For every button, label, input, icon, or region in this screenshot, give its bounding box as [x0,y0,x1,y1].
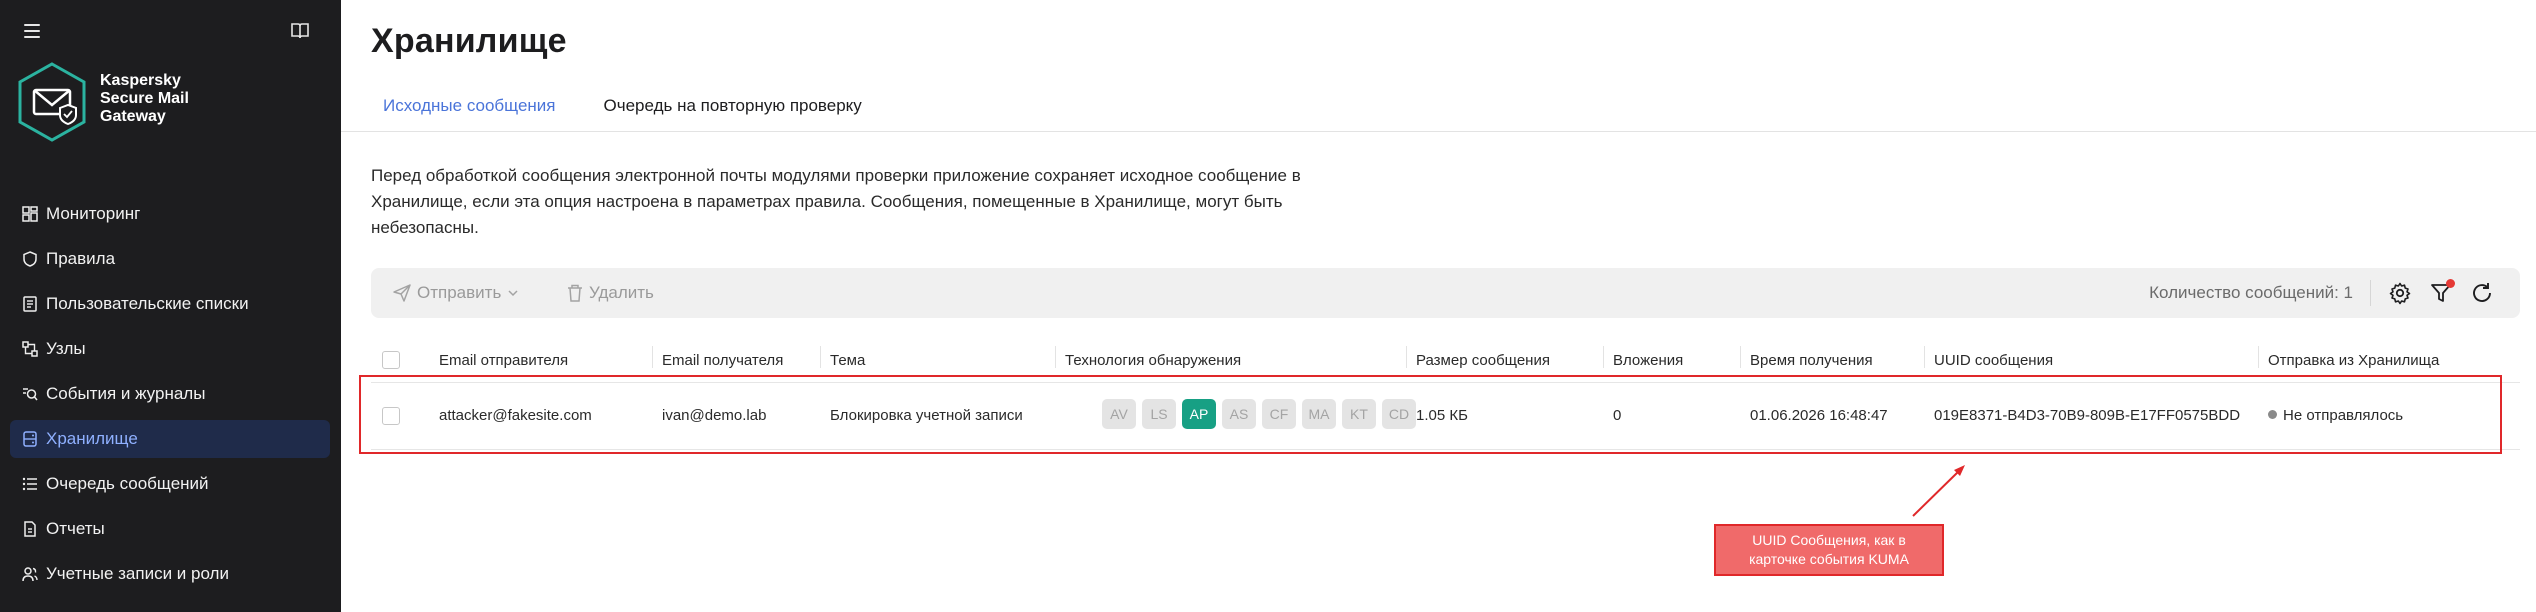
sidebar-item-label: Правила [46,249,116,268]
column-divider [1406,346,1407,368]
col-detection-tech[interactable]: Технология обнаружения [1065,352,1241,369]
users-icon [22,567,38,582]
shield-icon [23,251,37,267]
tabs-divider [341,131,2536,132]
column-divider [2258,346,2259,368]
col-attachments[interactable]: Вложения [1613,352,1683,369]
sidebar-item-label: Узлы [46,339,86,358]
chevron-down-icon [508,290,518,297]
events-search-icon [23,388,38,401]
column-divider [1055,346,1056,368]
send-button[interactable]: Отправить [393,268,525,318]
sidebar: Kaspersky Secure Mail Gateway Мониторинг… [0,0,341,612]
page-title: Хранилище [371,22,567,60]
delete-label: Удалить [589,283,654,302]
menu-icon[interactable] [24,24,40,38]
sidebar-nav: Мониторинг Правила Пользовательские спис… [10,195,330,600]
sidebar-item-label: Мониторинг [46,204,141,223]
sidebar-item-rules[interactable]: Правила [10,240,330,278]
gear-icon[interactable] [2388,281,2412,305]
sidebar-item-label: Очередь сообщений [46,474,209,493]
trash-icon [568,284,582,302]
sidebar-item-reports[interactable]: Отчеты [10,510,330,548]
message-count: Количество сообщений: 1 [2149,283,2353,302]
sidebar-item-message-queue[interactable]: Очередь сообщений [10,465,330,503]
col-subject[interactable]: Тема [830,352,865,369]
col-sender[interactable]: Email отправителя [439,352,568,369]
storage-icon [23,431,37,447]
sidebar-item-label: Хранилище [46,429,138,448]
col-message-size[interactable]: Размер сообщения [1416,352,1550,369]
kaspersky-logo [18,62,86,142]
annotation-arrow [1912,465,1965,517]
sidebar-item-events-logs[interactable]: События и журналы [10,375,330,413]
book-icon[interactable] [290,22,310,40]
sidebar-item-nodes[interactable]: Узлы [10,330,330,368]
col-message-uuid[interactable]: UUID сообщения [1934,352,2053,369]
list-doc-icon [23,296,37,312]
sidebar-item-monitoring[interactable]: Мониторинг [10,195,330,233]
col-send-from-storage[interactable]: Отправка из Хранилища [2268,352,2439,369]
page-description: Перед обработкой сообщения электронной п… [371,166,1301,237]
sidebar-item-label: Учетные записи и роли [46,564,229,583]
main-content: Хранилище Исходные сообщения Очередь на … [341,0,2536,612]
dashboard-icon [22,206,38,222]
column-divider [1603,346,1604,368]
brand-name: Kaspersky Secure Mail Gateway [100,72,189,125]
sidebar-item-storage[interactable]: Хранилище [10,420,330,458]
send-label: Отправить [417,283,502,302]
sidebar-item-label: События и журналы [46,384,206,403]
toolbar-divider [2370,280,2371,306]
sidebar-item-label: Пользовательские списки [46,294,249,313]
filter-active-dot [2446,279,2455,288]
col-recipient[interactable]: Email получателя [662,352,783,369]
filter-button[interactable] [2429,279,2455,305]
annotation-callout: UUID Сообщения, как в карточке события K… [1714,524,1944,576]
sidebar-item-user-lists[interactable]: Пользовательские списки [10,285,330,323]
delete-button[interactable]: Удалить [567,268,654,318]
sidebar-item-label: Отчеты [46,519,105,538]
sidebar-item-accounts-roles[interactable]: Учетные записи и роли [10,555,330,593]
nodes-icon [22,341,38,357]
row-highlight-frame [359,375,2502,454]
refresh-icon[interactable] [2470,281,2494,305]
send-icon [393,284,411,302]
tab-rescan-queue[interactable]: Очередь на повторную проверку [592,96,874,130]
select-all-checkbox[interactable] [382,351,400,369]
report-icon [24,521,36,537]
table-header: Email отправителя Email получателя Тема … [371,346,2520,376]
column-divider [820,346,821,368]
column-divider [1740,346,1741,368]
col-received-time[interactable]: Время получения [1750,352,1873,369]
column-divider [652,346,653,368]
queue-list-icon [22,477,37,491]
tab-original-messages[interactable]: Исходные сообщения [371,96,568,130]
tabs: Исходные сообщения Очередь на повторную … [371,96,874,130]
column-divider [1924,346,1925,368]
toolbar: Отправить Удалить Количество сообщений: … [371,268,2520,318]
